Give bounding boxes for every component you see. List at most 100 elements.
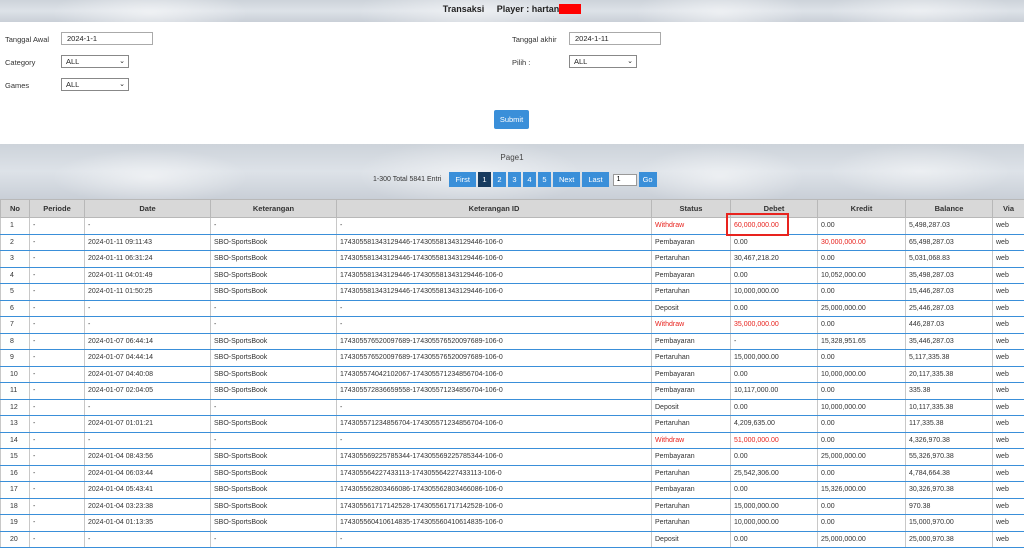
last-page-button[interactable]: Last [582, 172, 609, 187]
cell-via: web [992, 399, 1024, 416]
pilih-select[interactable]: ALL ⌄ [569, 55, 637, 68]
cell-periode: - [29, 283, 85, 301]
cell-periode: - [29, 415, 85, 433]
table-row: 7- - - - Withdraw 35,000,000.00 0.00 446,287.03… [0, 316, 1024, 334]
cell-kredit: 0.00 [817, 498, 906, 515]
cell-keterangan-id: 174305581343129446-174305581343129446-10… [336, 234, 652, 251]
cell-kredit: 10,052,000.00 [817, 267, 906, 284]
pagination-bar: 1-300 Total 5841 Entri First 1 2 3 4 5 N… [373, 172, 657, 187]
games-select[interactable]: ALL ⌄ [61, 78, 129, 91]
cell-debet: 0.00 [730, 267, 818, 284]
cell-periode: - [29, 448, 85, 466]
cell-keterangan-id: 174305574042102067-174305571234856704-10… [336, 366, 652, 383]
table-row: 1- - - - Withdraw 60,000,000.00 0.00 5,498,287.… [0, 217, 1024, 235]
page-button-2[interactable]: 2 [492, 172, 506, 187]
cell-via: web [992, 514, 1024, 532]
page-button-4[interactable]: 4 [522, 172, 536, 187]
cell-status: Pembayaran [651, 481, 731, 499]
cell-kredit: 0.00 [817, 217, 906, 235]
cell-via: web [992, 234, 1024, 251]
games-select-value: ALL [66, 80, 80, 89]
cell-via: web [992, 267, 1024, 284]
table-row: 17-2024-01-04 05:43:41 SBO-SportsBook 1743… [0, 481, 1024, 499]
goto-page-input[interactable] [612, 173, 637, 186]
cell-status: Deposit [651, 531, 731, 548]
cell-balance: 65,498,287.03 [905, 234, 993, 251]
cell-no: 6 [0, 300, 30, 317]
cell-debet: 30,467,218.20 [730, 250, 818, 268]
cell-no: 12 [0, 399, 30, 416]
cell-periode: - [29, 481, 85, 499]
cell-keterangan-id: - [336, 300, 652, 317]
cell-balance: 335.38 [905, 382, 993, 400]
page-title: Transaksi Player : hartan [0, 4, 1024, 14]
cell-keterangan-id: 174305564227433113-174305564227433113-10… [336, 465, 652, 482]
first-page-button[interactable]: First [449, 172, 476, 187]
cell-keterangan-id: 174305560410614835-174305560410614835-10… [336, 514, 652, 532]
cell-keterangan-id: 174305572836659558-174305571234856704-10… [336, 382, 652, 400]
cell-debet: 0.00 [730, 234, 818, 251]
cell-via: web [992, 531, 1024, 548]
col-header-periode: Periode [29, 199, 85, 218]
cell-keterangan-id: 174305576520097689-174305576520097689-10… [336, 333, 652, 350]
page-button-1[interactable]: 1 [477, 172, 491, 187]
cell-no: 10 [0, 366, 30, 383]
cell-periode: - [29, 514, 85, 532]
col-header-no: No [0, 199, 30, 218]
next-page-button[interactable]: Next [552, 172, 581, 187]
cell-status: Pertaruhan [651, 415, 731, 433]
cell-kredit: 10,000,000.00 [817, 366, 906, 383]
table-body: 1- - - - Withdraw 60,000,000.00 0.00 5,498,287.… [0, 217, 1024, 548]
table-row: 19-2024-01-04 01:13:35 SBO-SportsBook 1743… [0, 514, 1024, 532]
cell-date: 2024-01-04 05:43:41 [84, 481, 211, 499]
cell-balance: 5,498,287.03 [905, 217, 993, 235]
cell-keterangan-id: - [336, 217, 652, 235]
cell-periode: - [29, 366, 85, 383]
category-label: Category [5, 58, 36, 67]
cell-no: 20 [0, 531, 30, 548]
cell-no: 16 [0, 465, 30, 482]
cell-via: web [992, 415, 1024, 433]
chevron-down-icon: ⌄ [119, 58, 125, 65]
cell-via: web [992, 283, 1024, 301]
cell-balance: 4,326,970.38 [905, 432, 993, 449]
cell-balance: 5,117,335.38 [905, 349, 993, 367]
category-select[interactable]: ALL ⌄ [61, 55, 129, 68]
cell-keterangan-id: 174305569225785344-174305569225785344-10… [336, 448, 652, 466]
table-row: 4-2024-01-11 04:01:49 SBO-SportsBook 17430… [0, 267, 1024, 284]
cell-debet: 0.00 [730, 531, 818, 548]
cell-keterangan: SBO-SportsBook [210, 498, 337, 515]
cell-kredit: 0.00 [817, 415, 906, 433]
entries-info: 1-300 Total 5841 Entri [373, 176, 442, 183]
cell-kredit: 0.00 [817, 465, 906, 482]
go-button[interactable]: Go [638, 172, 657, 187]
page-button-5[interactable]: 5 [537, 172, 551, 187]
cell-keterangan-id: 174305561717142528-174305561717142528-10… [336, 498, 652, 515]
cell-date: - [84, 217, 211, 235]
tanggal-awal-input[interactable] [61, 32, 153, 45]
cell-status: Deposit [651, 399, 731, 416]
cell-kredit: 25,000,000.00 [817, 531, 906, 548]
cell-date: - [84, 432, 211, 449]
cell-keterangan: - [210, 316, 337, 334]
cell-keterangan: SBO-SportsBook [210, 250, 337, 268]
cell-periode: - [29, 399, 85, 416]
page-number-label: Page1 [500, 153, 524, 162]
cell-date: - [84, 316, 211, 334]
cell-no: 17 [0, 481, 30, 499]
cell-debet: 60,000,000.00 [730, 217, 818, 235]
cell-balance: 970.38 [905, 498, 993, 515]
pilih-select-value: ALL [574, 57, 588, 66]
cell-debet: 4,209,635.00 [730, 415, 818, 433]
cell-date: 2024-01-07 04:44:14 [84, 349, 211, 367]
chevron-down-icon: ⌄ [119, 81, 125, 88]
tanggal-akhir-input[interactable] [569, 32, 661, 45]
page-button-3[interactable]: 3 [507, 172, 521, 187]
table-row: 15-2024-01-04 08:43:56 SBO-SportsBook 1743… [0, 448, 1024, 466]
cell-via: web [992, 333, 1024, 350]
cell-date: - [84, 300, 211, 317]
cell-via: web [992, 448, 1024, 466]
cell-periode: - [29, 300, 85, 317]
cell-kredit: 15,326,000.00 [817, 481, 906, 499]
submit-button[interactable]: Submit [494, 110, 529, 129]
